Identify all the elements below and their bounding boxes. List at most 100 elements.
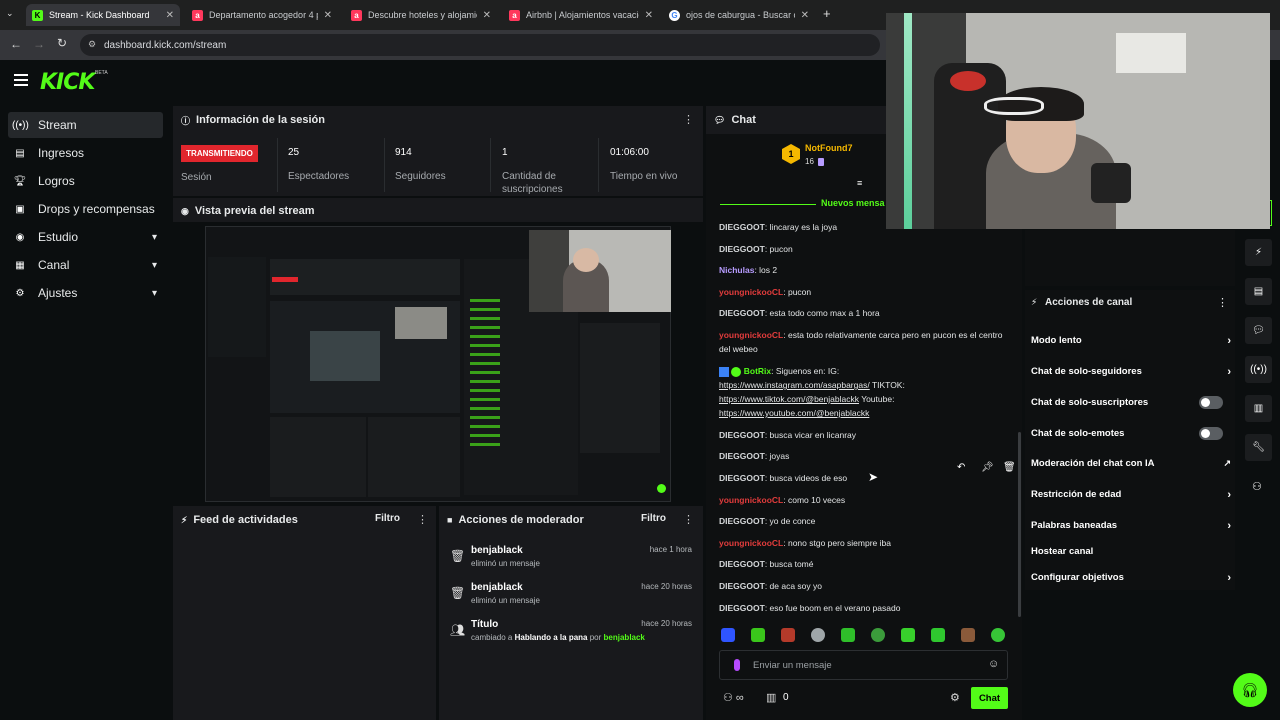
chat-filter-icon[interactable]: ≡ (857, 178, 862, 188)
chat-username[interactable]: DIEGGOOT (719, 451, 765, 461)
emote-icon[interactable] (991, 628, 1005, 642)
chat-username[interactable]: DIEGGOOT (719, 222, 765, 232)
chat-scrollbar[interactable] (1018, 432, 1021, 617)
chat-username[interactable]: youngnickooCL (719, 330, 783, 340)
new-tab-button[interactable]: + (823, 6, 831, 21)
emote-icon[interactable] (751, 628, 765, 642)
chat-settings-icon[interactable]: ⚙ (950, 691, 960, 704)
sidebar-item-logros[interactable]: 🏆︎ Logros (8, 168, 163, 194)
hamburger-menu-icon[interactable] (14, 74, 28, 86)
emote-icon[interactable] (781, 628, 795, 642)
activity-filter-button[interactable]: Filtro (375, 513, 400, 524)
preview-mock-inner-cam (395, 307, 447, 339)
chat-username[interactable]: youngnickooCL (719, 538, 783, 548)
tab-close-icon[interactable]: ✕ (801, 10, 809, 21)
tab-close-icon[interactable]: ✕ (483, 10, 491, 21)
sidebar-item-estudio[interactable]: ◉ Estudio ▾ (8, 224, 163, 250)
forward-icon[interactable]: → (33, 37, 45, 51)
chat-username[interactable]: DIEGGOOT (719, 473, 765, 483)
browser-tab-airbnb-2[interactable]: a Descubre hoteles y alojamiento ✕ (345, 4, 497, 26)
browser-tab-kick[interactable]: K Stream - Kick Dashboard ✕ (26, 4, 180, 26)
chat-username[interactable]: DIEGGOOT (719, 244, 765, 254)
stream-preview-video[interactable] (173, 222, 703, 503)
tab-list-dropdown-icon[interactable]: ⌄ (6, 8, 20, 22)
action-age-restriction[interactable]: Restricción de edad › (1031, 489, 1231, 501)
browser-tab-airbnb-1[interactable]: a Departamento acogedor 4 pers ✕ (186, 4, 338, 26)
kick-logo[interactable]: KICK (40, 70, 95, 95)
microphone-icon[interactable] (734, 659, 740, 671)
chat-username[interactable]: youngnickooCL (719, 287, 783, 297)
chat-username[interactable]: youngnickooCL (719, 495, 783, 505)
browser-tab-airbnb-3[interactable]: a Airbnb | Alojamientos vacacion ✕ (503, 4, 659, 26)
rail-users-icon[interactable]: ⚇ (1252, 480, 1262, 493)
mouse-cursor-icon: ➤ (868, 470, 879, 484)
sidebar-item-ingresos[interactable]: ▤ Ingresos (8, 140, 163, 166)
sidebar-item-ajustes[interactable]: ⚙ Ajustes ▾ (8, 280, 163, 306)
youtube-link[interactable]: https://www.youtube.com/@benjablackk (719, 408, 869, 418)
rail-tools-icon[interactable]: 🔧︎ (1245, 434, 1272, 461)
chat-username[interactable]: DIEGGOOT (719, 581, 765, 591)
moderator-username[interactable]: benjablack (471, 582, 523, 593)
sidebar-item-drops[interactable]: ▣ Drops y recompensas (8, 196, 163, 222)
stat-divider (277, 138, 278, 192)
tab-close-icon[interactable]: ✕ (645, 10, 653, 21)
bolt-icon: ⚡︎ (1031, 297, 1038, 307)
chat-input[interactable]: Enviar un mensaje ☺ (719, 650, 1008, 680)
tiktok-link[interactable]: https://www.tiktok.com/@benjablackk (719, 394, 859, 404)
users-infinite-icon[interactable]: ⚇ ∞ (723, 691, 744, 704)
action-set-goals[interactable]: Configurar objetivos › (1031, 572, 1231, 584)
sidebar-item-canal[interactable]: ▦ Canal ▾ (8, 252, 163, 278)
rail-layout-icon[interactable]: ▥ (1245, 395, 1272, 422)
rail-broadcast-icon[interactable]: ((•)) (1245, 356, 1272, 383)
tab-close-icon[interactable]: ✕ (166, 10, 174, 21)
support-chat-button[interactable]: 🎧︎ (1233, 673, 1267, 707)
emote-icon[interactable] (901, 628, 915, 642)
moderator-filter-button[interactable]: Filtro (641, 513, 666, 524)
emote-icon[interactable] (841, 628, 855, 642)
more-options-icon[interactable]: ⋮ (1217, 296, 1228, 309)
emote-icon[interactable] (721, 628, 735, 642)
chat-username[interactable]: DIEGGOOT (719, 308, 765, 318)
emoji-icon[interactable]: ☺ (988, 658, 999, 670)
rail-document-icon[interactable]: ▤ (1245, 278, 1272, 305)
emote-icon[interactable] (871, 628, 885, 642)
emote-icon[interactable] (931, 628, 945, 642)
desc-user[interactable]: benjablack (604, 633, 645, 642)
action-slow-mode[interactable]: Modo lento › (1031, 335, 1231, 347)
pin-icon[interactable]: 📌︎ (981, 462, 994, 473)
emote-icon[interactable] (961, 628, 975, 642)
action-banned-words[interactable]: Palabras baneadas › (1031, 520, 1231, 532)
more-options-icon[interactable]: ⋮ (417, 513, 428, 526)
more-options-icon[interactable]: ⋮ (683, 513, 694, 526)
pinned-username[interactable]: NotFound7 (805, 143, 853, 153)
site-info-icon[interactable]: ⚙ (88, 39, 96, 50)
address-bar[interactable]: ⚙ dashboard.kick.com/stream (80, 34, 880, 56)
subscribers-only-toggle[interactable] (1199, 396, 1223, 409)
sidebar-item-stream[interactable]: ((•)) Stream (8, 112, 163, 138)
chat-username[interactable]: Nichulas (719, 265, 754, 275)
back-icon[interactable]: ← (10, 37, 22, 51)
chat-username[interactable]: DIEGGOOT (719, 559, 765, 569)
send-chat-button[interactable]: Chat (971, 687, 1008, 709)
emotes-only-toggle[interactable] (1199, 427, 1223, 440)
chat-username[interactable]: DIEGGOOT (719, 516, 765, 526)
action-followers-only[interactable]: Chat de solo-seguidores › (1031, 366, 1231, 378)
browser-tab-google[interactable]: G ojos de caburgua - Buscar con ✕ (663, 4, 815, 26)
new-messages-divider[interactable]: Nuevos mensa (720, 198, 886, 212)
action-host-channel[interactable]: Hostear canal (1031, 546, 1231, 557)
chat-username[interactable]: DIEGGOOT (719, 430, 765, 440)
more-options-icon[interactable]: ⋮ (683, 113, 694, 126)
gift-counter-icon[interactable]: ▥ (766, 691, 776, 704)
action-ai-moderation[interactable]: Moderación del chat con IA ↗ (1031, 458, 1231, 469)
chat-username[interactable]: DIEGGOOT (719, 603, 765, 613)
chat-username[interactable]: BotRix (744, 366, 771, 376)
tab-close-icon[interactable]: ✕ (324, 10, 332, 21)
moderator-username[interactable]: benjablack (471, 545, 523, 556)
instagram-link[interactable]: https://www.instagram.com/asapbargas/ (719, 380, 870, 390)
reply-icon[interactable]: ↶ (957, 462, 965, 473)
rail-chat-icon[interactable]: 💬︎ (1245, 317, 1272, 344)
reload-icon[interactable]: ↻ (57, 36, 67, 50)
delete-icon[interactable]: 🗑︎ (1003, 462, 1016, 473)
emote-icon[interactable] (811, 628, 825, 642)
rail-lightning-icon[interactable]: ⚡︎ (1245, 239, 1272, 266)
